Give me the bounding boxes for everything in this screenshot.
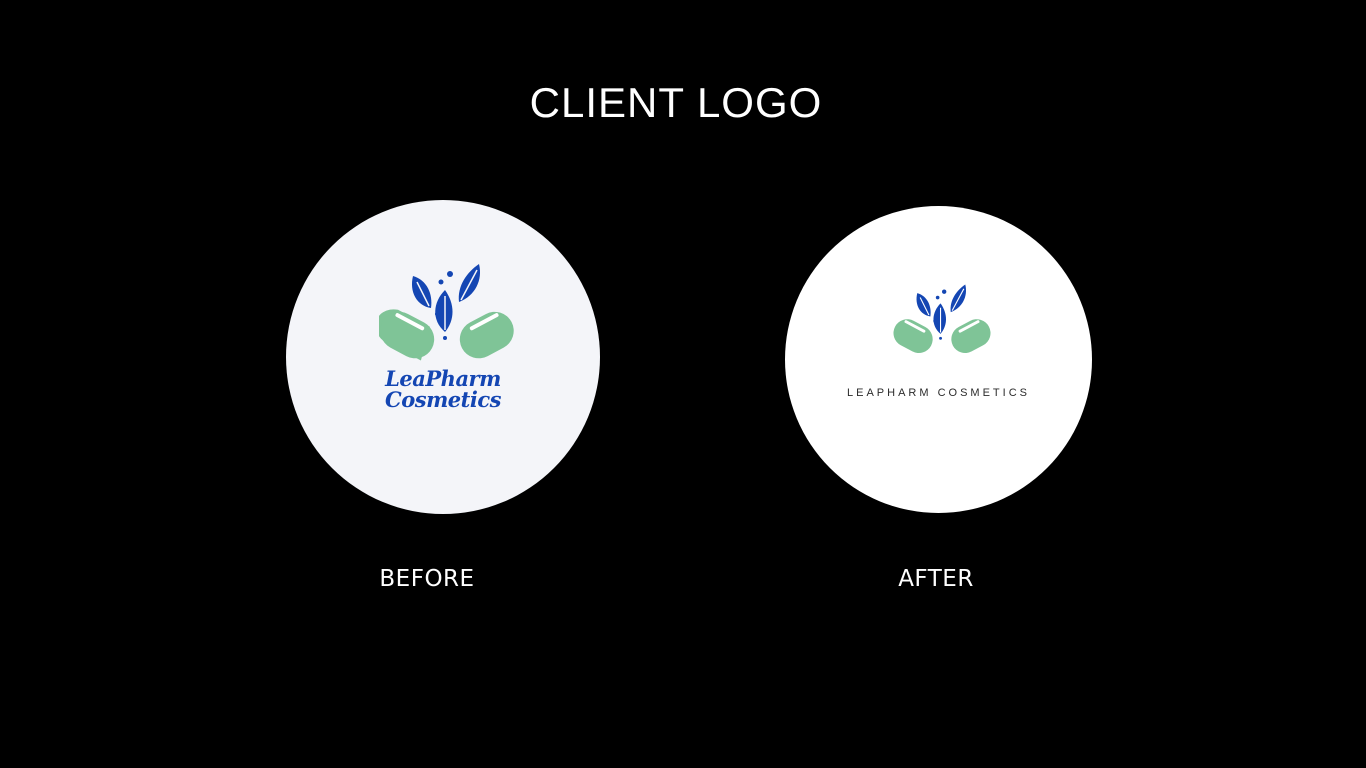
before-wordmark-line2: Cosmetics bbox=[385, 387, 501, 412]
slide: CLIENT LOGO LeaPharm Cosmetics LEAPHARM … bbox=[0, 0, 1366, 768]
before-wordmark-line1: LeaPharm bbox=[385, 366, 501, 391]
capsule-leaves-logo-icon bbox=[893, 284, 991, 354]
page-title: CLIENT LOGO bbox=[529, 79, 823, 126]
after-caption: AFTER bbox=[898, 566, 974, 592]
capsule-leaves-logo-icon bbox=[379, 264, 514, 361]
after-wordmark: LEAPHARM COSMETICS bbox=[847, 387, 1030, 399]
after-logo-circle: LEAPHARM COSMETICS bbox=[785, 206, 1092, 513]
before-caption: BEFORE bbox=[379, 566, 475, 592]
before-logo-circle: LeaPharm Cosmetics bbox=[286, 200, 600, 514]
before-wordmark: LeaPharm Cosmetics bbox=[286, 368, 600, 410]
